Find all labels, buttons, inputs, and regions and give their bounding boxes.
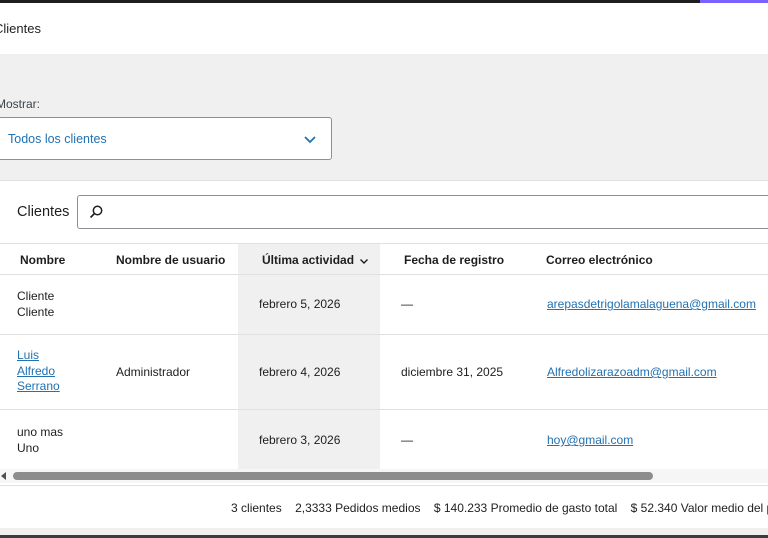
name-line: Luis [17, 348, 40, 362]
name-line: uno mas [17, 425, 64, 439]
summary-items: 3 clientes 2,3333 Pedidos medios $ 140.2… [231, 501, 768, 515]
summary-avg-orders-value: 2,3333 [295, 501, 332, 515]
customer-name: Cliente Cliente [17, 289, 54, 320]
search-input[interactable] [110, 198, 750, 226]
name-line: Cliente [17, 289, 55, 303]
customers-panel: Clientes Nombre Nombre de usuario Última… [0, 180, 768, 528]
customer-registered: — [401, 433, 413, 447]
customer-name: uno mas Uno [17, 425, 63, 456]
search-row: Clientes [0, 181, 768, 243]
customer-registered: diciembre 31, 2025 [401, 365, 504, 379]
name-line: Alfredo [17, 363, 56, 378]
summary-avg-order-value-label: Valor medio del pedido [680, 501, 768, 515]
table-row: uno mas Uno febrero 3, 2026 — hoy@gmail.… [0, 410, 768, 469]
customer-last-active: febrero 5, 2026 [259, 297, 341, 311]
name-line: Serrano [17, 379, 60, 393]
customer-filter-select[interactable]: Todos los clientes [0, 117, 332, 160]
col-header-last-active[interactable]: Última actividad [262, 253, 369, 267]
summary-avg-spend-label: Promedio de gasto total [490, 501, 618, 515]
table-row: Luis Alfredo Serrano Administrador febre… [0, 335, 768, 410]
summary-avg-order-value-value: $ 52.340 [630, 501, 678, 515]
customer-last-active: febrero 3, 2026 [259, 433, 341, 447]
page-header: Clientes [0, 3, 768, 54]
search-box[interactable] [77, 195, 768, 229]
name-line: Uno [17, 440, 40, 455]
name-line: Cliente [17, 304, 55, 319]
page-title: Clientes [0, 21, 41, 36]
summary-avg-spend-value: $ 140.233 [433, 501, 488, 515]
summary-bar: 3 clientes 2,3333 Pedidos medios $ 140.2… [0, 485, 768, 529]
col-header-email[interactable]: Correo electrónico [546, 253, 653, 267]
col-header-username[interactable]: Nombre de usuario [116, 253, 225, 267]
filter-selected-value: Todos los clientes [8, 131, 107, 146]
scrollbar-thumb[interactable] [13, 472, 653, 480]
customer-name-link[interactable]: Luis Alfredo Serrano [17, 348, 60, 395]
summary-count-value: 3 [231, 501, 238, 515]
summary-avg-orders-label: Pedidos medios [335, 501, 421, 515]
customer-last-active: febrero 4, 2026 [259, 365, 341, 379]
scroll-left-arrow-icon[interactable] [1, 472, 6, 480]
customer-registered: — [401, 297, 413, 311]
bottom-strip [0, 528, 768, 538]
chevron-down-icon [304, 136, 316, 144]
customer-email-link[interactable]: Alfredolizarazoadm@gmail.com [547, 365, 717, 381]
customer-email-link[interactable]: hoy@gmail.com [547, 433, 633, 449]
search-icon [89, 205, 103, 219]
col-header-last-active-label: Última actividad [262, 253, 355, 267]
chevron-down-icon [360, 258, 369, 264]
table-row: Cliente Cliente febrero 5, 2026 — arepas… [0, 275, 768, 335]
search-label: Clientes [17, 204, 70, 220]
customer-username: Administrador [116, 365, 191, 379]
table-header: Nombre Nombre de usuario Última activida… [0, 243, 768, 275]
filter-label: Mostrar: [0, 97, 41, 111]
customer-email-link[interactable]: arepasdetrigolamalaguena@gmail.com [547, 297, 756, 313]
col-header-name[interactable]: Nombre [20, 253, 65, 267]
summary-count-label: clientes [241, 501, 282, 515]
col-header-registered[interactable]: Fecha de registro [404, 253, 504, 267]
